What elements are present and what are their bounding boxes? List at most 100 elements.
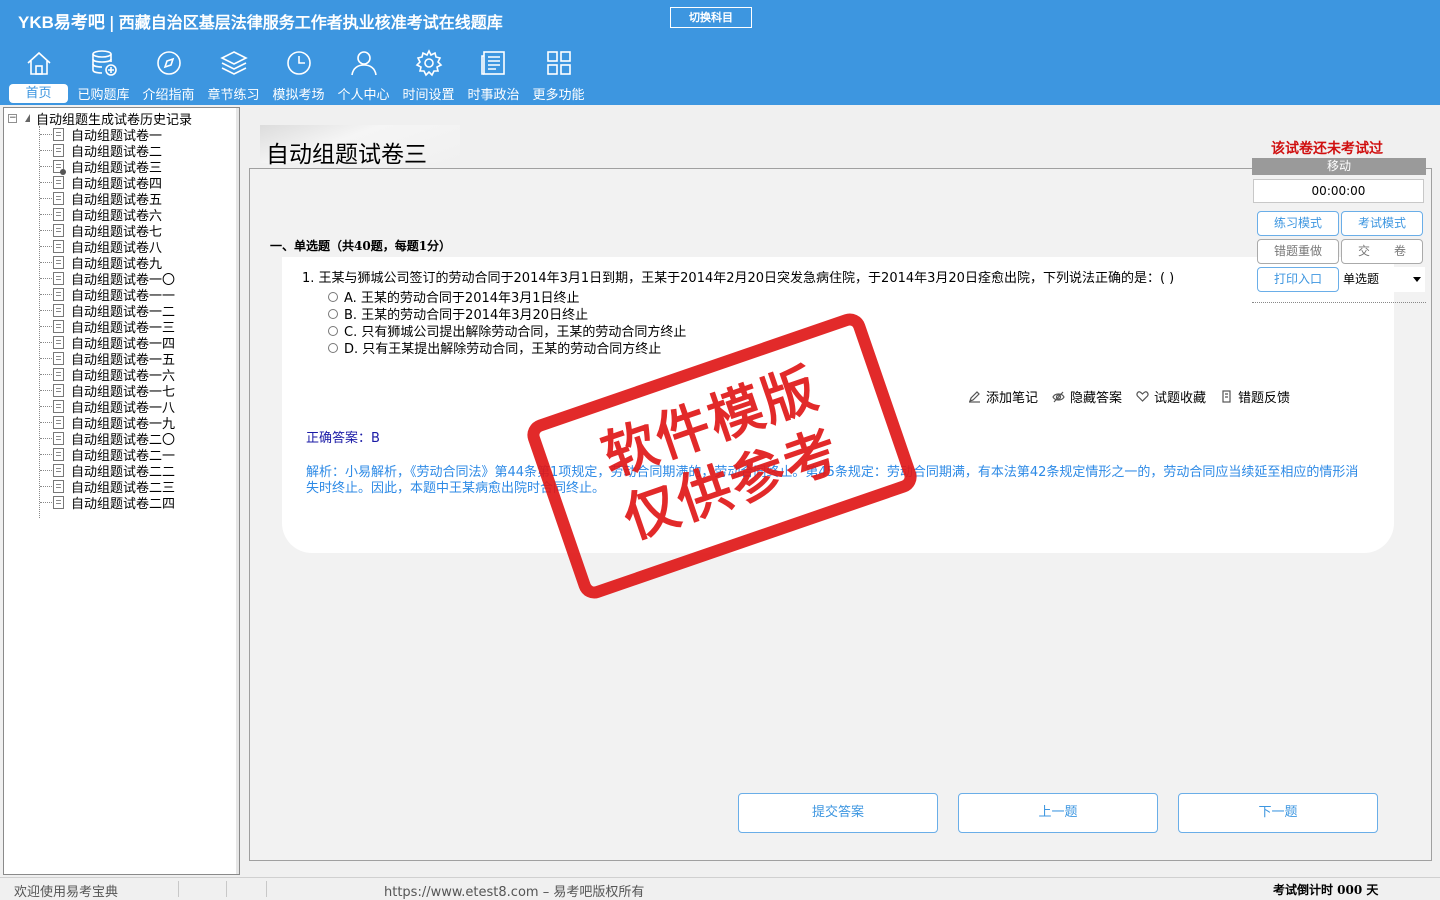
question-toolbar: 添加笔记 隐藏答案 试题收藏 错题反馈 [968,387,1304,406]
document-icon [53,175,64,189]
document-icon [53,335,64,349]
clock-icon [287,51,311,75]
next-question-button[interactable]: 下一题 [1178,793,1378,833]
previous-question-button[interactable]: 上一题 [958,793,1158,833]
radio-button[interactable] [328,325,338,336]
brand-logo: YKB易考吧 [18,13,105,32]
tree-connector [40,213,52,215]
tree-connector [40,309,52,311]
move-handle[interactable]: 移动 [1252,158,1426,175]
main-nav: 首页 已购题库 介绍指南 章节练习 模拟考场 个人中心 时间设置 时事政治 更多… [6,46,591,104]
document-icon [53,495,64,509]
title-separator: | [108,13,115,32]
nav-home[interactable]: 首页 [6,46,71,104]
nav-label: 个人中心 [337,88,390,103]
document-icon [53,303,64,317]
sidebar-scrollbar[interactable] [236,108,239,874]
database-icon [92,50,117,76]
nav-guide[interactable]: 介绍指南 [136,46,201,104]
favorite-question-button[interactable]: 试题收藏 [1136,387,1206,406]
paper-title: 自动组题试卷三 [266,142,427,168]
tool-label: 隐藏答案 [1070,391,1123,406]
error-feedback-button[interactable]: 错题反馈 [1220,387,1290,406]
practice-mode-button[interactable]: 练习模式 [1257,211,1339,236]
tree-connector [40,405,52,407]
radio-button[interactable] [328,342,338,353]
nav-more-features[interactable]: 更多功能 [526,46,591,104]
add-note-button[interactable]: 添加笔记 [968,387,1038,406]
section-header: 一、单选题（共40题，每题1分） [270,239,452,253]
layers-icon [220,51,248,75]
tree-connector [40,453,52,455]
tree-connector [40,325,52,327]
grid-icon [547,51,571,75]
question-text: 1. 王某与狮城公司签订的劳动合同于2014年3月1日到期，王某于2014年2月… [302,271,1175,286]
main-content: 自动组题试卷三 一、单选题（共40题，每题1分） 1. 王某与狮城公司签订的劳动… [244,107,1440,877]
tool-label: 试题收藏 [1154,391,1207,406]
tree-connector [40,357,52,359]
radio-button[interactable] [328,291,338,302]
hide-answer-button[interactable]: 隐藏答案 [1052,387,1122,406]
document-icon [53,351,64,365]
nav-label: 模拟考场 [272,88,325,103]
current-marker-icon [60,168,66,175]
tree-item-list: 自动组题试卷一 自动组题试卷二 自动组题试卷三 自动组题试卷四 自动组题试卷五 自动组题试… [28,126,176,512]
tree-connector [40,421,52,423]
document-icon [53,415,64,429]
nav-current-affairs[interactable]: 时事政治 [461,46,526,104]
status-bar: 欢迎使用易考宝典 https://www.etest8.com – 易考吧版权所… [0,877,1440,900]
radio-button[interactable] [328,308,338,319]
correct-answer: 正确答案：B [306,431,380,446]
collapse-icon[interactable]: − [8,113,17,123]
tree-connector [40,197,52,199]
nav-label: 时事政治 [467,88,520,103]
tool-label: 添加笔记 [986,391,1039,406]
question-type-value: 单选题 [1343,272,1380,286]
newspaper-icon [481,51,505,75]
submit-answer-button[interactable]: 提交答案 [738,793,938,833]
tree-item-label: 自动组题试卷二四 [71,496,176,512]
tree-connector [40,389,52,391]
tree-connector [40,229,52,231]
document-icon [53,223,64,237]
option-label: D. 只有王某提出解除劳动合同，王某的劳动合同方终止 [344,342,662,357]
user-icon [351,51,377,76]
document-icon [53,447,64,461]
tree-connector [40,245,52,247]
switch-subject-button[interactable]: 切换科目 [670,7,752,28]
document-icon [53,127,64,141]
submit-paper-button[interactable]: 交 卷 [1341,239,1423,264]
paper-history-tree: − 自动组题生成试卷历史记录 自动组题试卷一 自动组题试卷二 自动组题试卷三 自动组题… [3,107,240,875]
document-opened-icon [53,159,66,175]
nav-label: 时间设置 [402,88,455,103]
nav-chapter-practice[interactable]: 章节练习 [201,46,266,104]
exam-mode-button[interactable]: 考试模式 [1341,211,1423,236]
redo-wrong-button[interactable]: 错题重做 [1257,239,1339,264]
tree-connector [40,277,52,279]
status-divider [178,881,179,897]
nav-mock-exam[interactable]: 模拟考场 [266,46,331,104]
document-icon [53,191,64,205]
document-icon [53,479,64,493]
home-icon [27,51,51,75]
question-type-select[interactable]: 单选题 [1341,267,1425,292]
app-title-text: 西藏自治区基层法律服务工作者执业核准考试在线题库 [118,13,503,32]
tree-connector [40,165,52,167]
document-icon [53,287,64,301]
heart-icon [1136,391,1149,402]
tree-item[interactable]: 自动组题试卷二四 [28,494,176,512]
feedback-icon [1222,390,1231,403]
document-icon [53,207,64,221]
nav-personal-center[interactable]: 个人中心 [331,46,396,104]
tree-connector [40,293,52,295]
document-icon [53,463,64,477]
document-icon [53,399,64,413]
tree-connector [40,181,52,183]
timer-display: 00:00:00 [1253,179,1424,203]
print-button[interactable]: 打印入口 [1257,267,1339,292]
nav-purchased-banks[interactable]: 已购题库 [71,46,136,104]
eye-icon [1052,391,1065,403]
option-d[interactable]: D. 只有王某提出解除劳动合同，王某的劳动合同方终止 [328,338,661,357]
tree-connector [40,469,52,471]
nav-time-settings[interactable]: 时间设置 [396,46,461,104]
